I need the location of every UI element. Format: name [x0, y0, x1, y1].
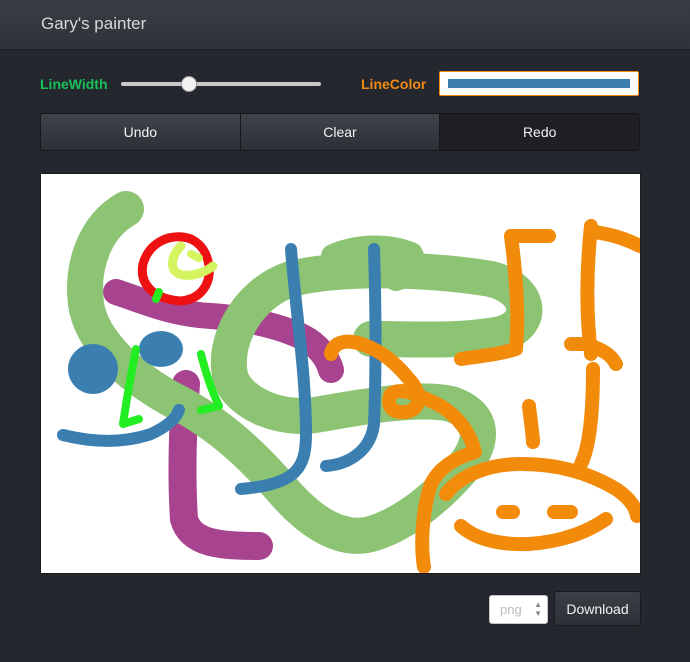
title-bar: Gary's painter: [0, 0, 690, 50]
stroke-orange-5: [439, 457, 640, 523]
color-swatch: [448, 79, 630, 88]
download-button[interactable]: Download: [554, 591, 641, 626]
blob-blue-2: [139, 331, 183, 367]
stroke-yellow-2: [187, 250, 203, 262]
undo-button[interactable]: Undo: [41, 114, 241, 150]
clear-button[interactable]: Clear: [240, 114, 441, 150]
history-toolbar: Undo Clear Redo: [40, 113, 640, 151]
redo-button[interactable]: Redo: [440, 114, 639, 150]
slider-track: [121, 82, 321, 86]
stroke-orange-4: [522, 362, 600, 471]
format-select[interactable]: png ▲ ▼: [489, 595, 548, 624]
line-width-label: LineWidth: [40, 76, 108, 92]
format-value: png: [500, 602, 522, 617]
select-arrows-icon: ▲ ▼: [534, 600, 542, 618]
drawing-canvas[interactable]: [40, 173, 641, 574]
blob-blue-1: [68, 344, 118, 394]
line-width-slider[interactable]: [121, 76, 321, 92]
line-color-label: LineColor: [361, 76, 427, 92]
canvas-drawing: [57, 191, 640, 573]
app-title: Gary's painter: [41, 14, 147, 33]
line-color-picker[interactable]: [439, 71, 639, 96]
slider-thumb[interactable]: [181, 76, 197, 92]
stroke-orange-6: [454, 512, 613, 552]
